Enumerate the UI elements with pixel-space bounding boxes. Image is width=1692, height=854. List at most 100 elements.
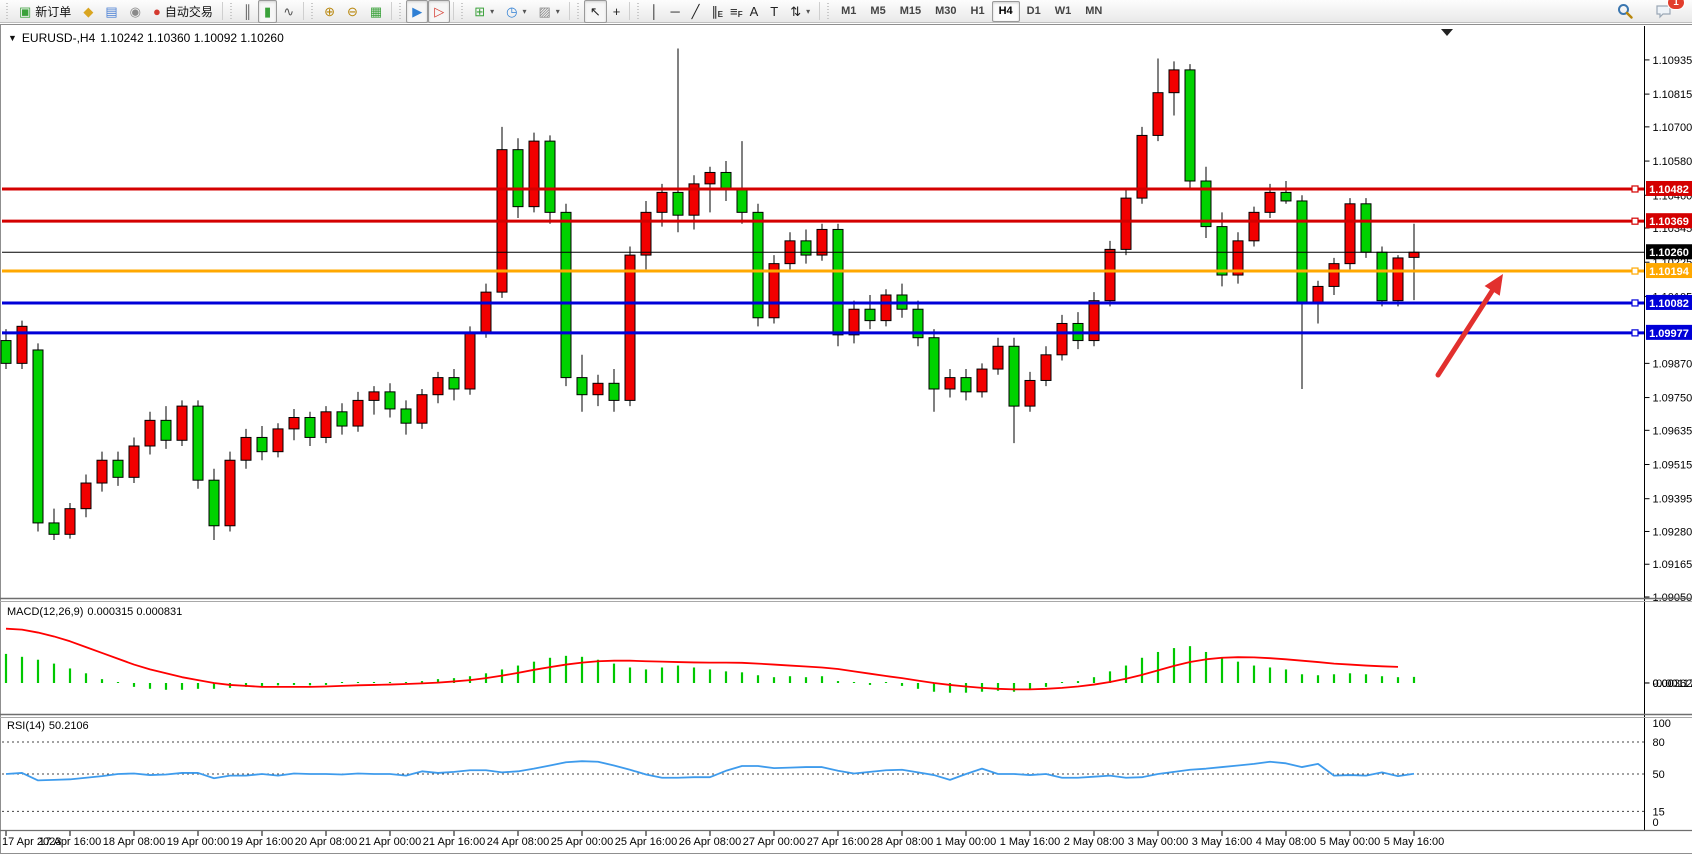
timeframe-m30-button[interactable]: M30 xyxy=(928,1,963,22)
text-label-button[interactable]: T xyxy=(764,0,784,23)
candle-body xyxy=(929,338,939,389)
chart-shift-icon: ▷ xyxy=(434,5,444,18)
time-tick-label: 1 May 00:00 xyxy=(936,836,997,848)
line-handle[interactable] xyxy=(1632,330,1638,336)
candlestick-chart-button[interactable]: ▮ xyxy=(258,0,277,23)
candle-body xyxy=(273,429,283,452)
search-button[interactable] xyxy=(1611,0,1639,23)
macd-panel xyxy=(6,629,1414,693)
chevron-down-icon: ▾ xyxy=(522,7,526,16)
candle-body xyxy=(209,480,219,526)
periods-button[interactable]: ◷▾ xyxy=(500,0,532,23)
profile-icon: ◆ xyxy=(83,5,93,18)
auto-scroll-button[interactable]: ▶ xyxy=(406,0,428,23)
vertical-line-icon: │ xyxy=(650,5,658,18)
price-tick-label: 1.09750 xyxy=(1653,393,1692,405)
candle-body xyxy=(1169,70,1179,93)
zoom-out-button[interactable]: ⊖ xyxy=(341,0,364,23)
text-icon: A xyxy=(750,5,759,18)
arrows-button[interactable]: ⇅▾ xyxy=(784,0,816,23)
new-order-icon: ▣ xyxy=(19,5,31,18)
chart-symbol-period: EURUSD-,H4 xyxy=(22,31,95,45)
chart-title: ▼ EURUSD-,H4 1.10242 1.10360 1.10092 1.1… xyxy=(8,31,284,45)
horizontal-line-button[interactable]: ─ xyxy=(664,0,685,23)
timeframe-m15-button[interactable]: M15 xyxy=(893,1,928,22)
candle-body xyxy=(993,346,1003,369)
toolbar-grip xyxy=(229,3,234,19)
toolbar-grip xyxy=(398,3,403,19)
price-axis: 1.109351.108151.107001.105801.104601.103… xyxy=(1645,26,1692,830)
timeframe-w1-button[interactable]: W1 xyxy=(1048,1,1079,22)
time-tick-label: 3 May 00:00 xyxy=(1128,836,1189,848)
candle-body xyxy=(1057,323,1067,354)
cursor-icon: ↖ xyxy=(590,5,601,18)
time-tick-label: 25 Apr 00:00 xyxy=(551,836,613,848)
symbol-dropdown-icon[interactable]: ▼ xyxy=(8,33,17,43)
line-handle[interactable] xyxy=(1632,218,1638,224)
candle-body xyxy=(1313,286,1323,303)
new-order-label: 新订单 xyxy=(35,3,71,20)
line-handle[interactable] xyxy=(1632,268,1638,274)
candle-body xyxy=(561,212,571,377)
trend-arrow-annotation[interactable] xyxy=(1438,274,1503,375)
time-tick-label: 24 Apr 08:00 xyxy=(487,836,549,848)
rsi-axis-label: 50 xyxy=(1653,769,1665,781)
candle-body xyxy=(145,420,155,446)
candle-body xyxy=(801,241,811,255)
timeframe-m5-button[interactable]: M5 xyxy=(863,1,892,22)
line-chart-button[interactable]: ∿ xyxy=(277,0,300,23)
crosshair-icon: + xyxy=(613,5,621,18)
candle-body xyxy=(433,378,443,395)
candle-body xyxy=(465,332,475,389)
clock-icon: ◷ xyxy=(506,5,517,18)
auto-scroll-icon: ▶ xyxy=(412,5,422,18)
toolbar-grip xyxy=(576,3,581,19)
vertical-line-button[interactable]: │ xyxy=(644,0,664,23)
candlestick-icon: ▮ xyxy=(264,5,271,18)
indicators-button[interactable]: ⊞▾ xyxy=(468,0,500,23)
chart-canvas[interactable]: 17 Apr 202317 Apr 16:0018 Apr 08:0019 Ap… xyxy=(0,0,1692,853)
line-handle[interactable] xyxy=(1632,186,1638,192)
autotrade-icon: ● xyxy=(153,5,161,18)
equidistant-channel-button[interactable]: ∥E xyxy=(705,0,724,23)
timeframe-mn-button[interactable]: MN xyxy=(1078,1,1109,22)
candle-body xyxy=(609,383,619,400)
new-order-button[interactable]: ▣ 新订单 xyxy=(13,0,77,23)
candle-body xyxy=(417,395,427,423)
timeframe-m1-button[interactable]: M1 xyxy=(834,1,863,22)
line-chart-icon: ∿ xyxy=(283,5,294,18)
candle-body xyxy=(97,460,107,483)
templates-button[interactable]: ▨▾ xyxy=(533,0,566,23)
candle-body xyxy=(385,392,395,409)
fibonacci-button[interactable]: ≡F xyxy=(724,0,744,23)
signals-button[interactable]: ◉ xyxy=(124,0,147,23)
time-tick-label: 5 May 16:00 xyxy=(1384,836,1445,848)
chart-shift-button[interactable]: ▷ xyxy=(428,0,450,23)
time-tick-label: 19 Apr 00:00 xyxy=(167,836,229,848)
text-button[interactable]: A xyxy=(744,0,765,23)
tile-windows-button[interactable]: ▦ xyxy=(364,0,388,23)
chart-profile-button[interactable]: ◆ xyxy=(77,0,99,23)
last-bar-marker-icon[interactable] xyxy=(1441,29,1453,36)
timeframe-h4-button[interactable]: H4 xyxy=(992,1,1020,22)
autotrading-button[interactable]: ●自动交易 xyxy=(147,0,219,23)
timeframe-h1-button[interactable]: H1 xyxy=(964,1,992,22)
price-badge-label: 1.09977 xyxy=(1649,328,1689,340)
zoom-in-button[interactable]: ⊕ xyxy=(318,0,341,23)
terminal-button[interactable]: ▤ xyxy=(99,0,123,23)
candle-body xyxy=(641,212,651,255)
rsi-indicator-label: RSI(14)50.2106 xyxy=(7,720,89,732)
time-tick-label: 18 Apr 08:00 xyxy=(103,836,165,848)
timeframe-d1-button[interactable]: D1 xyxy=(1020,1,1048,22)
chart-ohlc-values: 1.10242 1.10360 1.10092 1.10260 xyxy=(100,31,284,45)
rsi-panel xyxy=(2,742,1645,811)
trendline-button[interactable]: ╱ xyxy=(686,0,706,23)
line-handle[interactable] xyxy=(1632,300,1638,306)
crosshair-button[interactable]: + xyxy=(607,0,627,23)
candle-body xyxy=(1009,346,1019,406)
bar-chart-button[interactable]: ║ xyxy=(237,0,258,23)
candle-body xyxy=(1153,93,1163,136)
candle-body xyxy=(1345,204,1355,264)
cursor-button[interactable]: ↖ xyxy=(584,0,607,23)
candle-body xyxy=(625,255,635,400)
